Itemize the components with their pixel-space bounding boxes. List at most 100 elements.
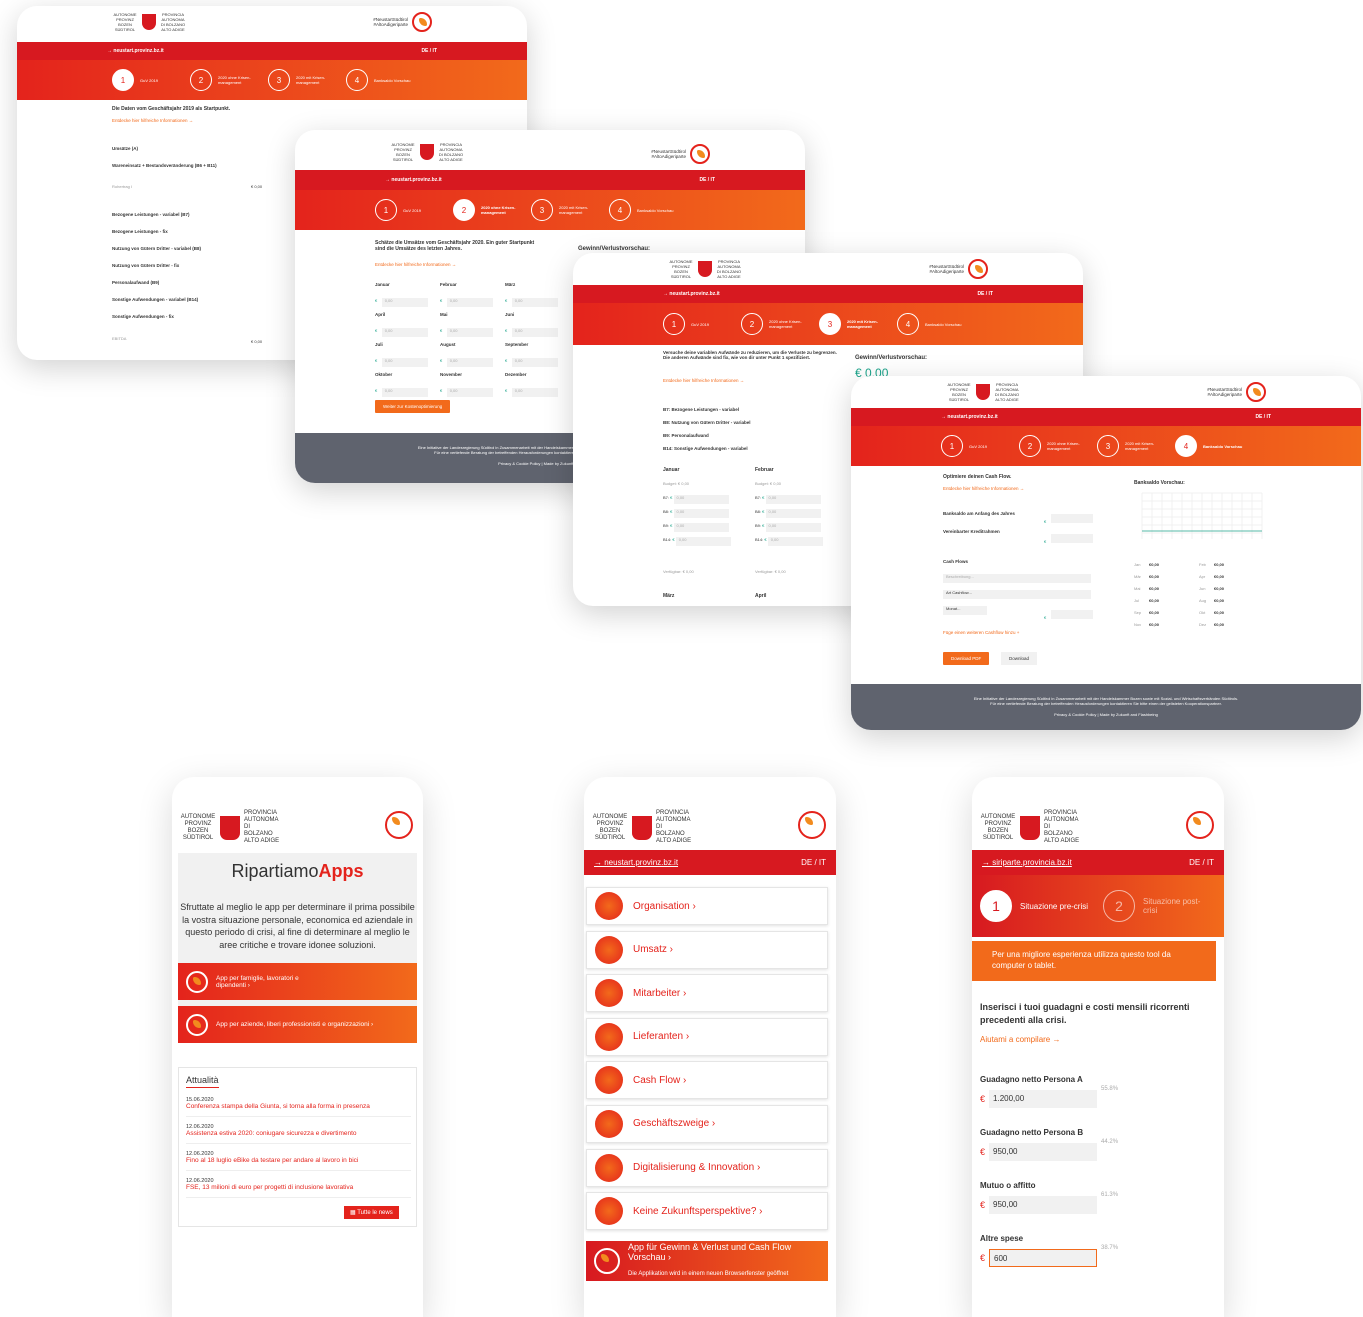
app-families-button[interactable]: App per famiglie, lavoratori e dipendent…: [178, 963, 417, 1000]
amount-field[interactable]: €: [1044, 606, 1093, 624]
available: Verfügbar: € 0,00: [663, 569, 694, 574]
cost-input-row[interactable]: B7: € 0,00 B7: € 0,00: [663, 495, 837, 504]
month-input-11[interactable]: Dezember € 0,00: [505, 372, 570, 397]
site-link[interactable]: → neustart.provinz.bz.it: [941, 414, 998, 420]
step-3[interactable]: 3 2020 mit Krisen-management: [531, 199, 601, 221]
month-select[interactable]: Monat...: [943, 606, 987, 615]
step-3[interactable]: 3 2020 mit Krisen-management: [1097, 435, 1167, 457]
topic-icon: [595, 1153, 623, 1182]
step-1[interactable]: 1: [980, 890, 1012, 922]
preview-title: Gewinn/Verlustvorschau:: [855, 355, 928, 361]
step-3[interactable]: 3 2020 mit Krisen-management: [819, 313, 889, 335]
news-item[interactable]: 12.06.2020 Fino al 18 luglio eBike da tes…: [186, 1149, 411, 1171]
income-field[interactable]: Guadagno netto Persona B €950,00 44.2%: [980, 1128, 1220, 1181]
month-input-3[interactable]: April € 0,00: [375, 312, 440, 337]
menu-item[interactable]: Mitarbeiter ›: [586, 974, 828, 1013]
help-link[interactable]: Aiutami a compilare →: [980, 1035, 1060, 1044]
news-item[interactable]: 12.06.2020 Assistenza estiva 2020: coniug…: [186, 1122, 411, 1144]
eagle-icon: [385, 811, 413, 839]
month-input-4[interactable]: Mai € 0,00: [440, 312, 505, 337]
month-input-5[interactable]: Juni € 0,00: [505, 312, 570, 337]
step-2[interactable]: 2 2020 ohne Krisen-management: [741, 313, 811, 335]
language-switch[interactable]: DE / IT: [977, 291, 993, 297]
month-input-9[interactable]: Oktober € 0,00: [375, 372, 440, 397]
info-link[interactable]: Entdecke hier hilfreiche Informationen →: [375, 262, 456, 267]
site-link[interactable]: → siriparte.provincia.bz.it: [982, 858, 1072, 867]
description-input[interactable]: Beschreibung...: [943, 574, 1091, 583]
cost-input-row[interactable]: B9: € 0,00 B9: € 0,00: [663, 523, 837, 532]
menu-item[interactable]: Umsatz ›: [586, 930, 828, 969]
add-cashflow-link[interactable]: Füge einen weiteren Cashflow hinzu +: [943, 630, 1019, 635]
euro-icon: [594, 1248, 620, 1274]
step-1[interactable]: 1 GuV 2019: [375, 199, 445, 221]
step-4[interactable]: 4 Banksaldo Vorschau: [609, 199, 679, 221]
topic-icon: [595, 1022, 623, 1051]
month-input-7[interactable]: August € 0,00: [440, 342, 505, 367]
download-pdf-button[interactable]: Download PDF: [943, 652, 990, 665]
topic-icon: [595, 935, 623, 964]
all-news-button[interactable]: ▦ Tutte le news: [344, 1206, 399, 1219]
info-link[interactable]: Entdecke hier hilfreiche Informationen →: [943, 486, 1024, 491]
cost-input-row[interactable]: B8: € 0,00 B8: € 0,00: [663, 509, 837, 518]
news-item[interactable]: 15.06.2020 Conferenza stampa della Giunta…: [186, 1095, 411, 1117]
eagle-icon: [798, 811, 826, 839]
step-4[interactable]: 4 Banksaldo Vorschau: [346, 69, 416, 91]
language-switch[interactable]: DE / IT: [1255, 414, 1271, 420]
step-4[interactable]: 4 Banksaldo Vorschau: [897, 313, 967, 335]
month-input-2[interactable]: März € 0,00: [505, 282, 570, 307]
step-1[interactable]: 1 GuV 2019: [112, 69, 182, 91]
info-link[interactable]: Entdecke hier hilfreiche Informationen →: [663, 378, 744, 383]
menu-item[interactable]: Digitalisierung & Innovation ›: [586, 1148, 828, 1187]
nav-bar: → neustart.provinz.bz.it DE / IT: [295, 170, 805, 190]
language-switch[interactable]: DE / IT: [421, 48, 437, 54]
income-field[interactable]: Altre spese €600 38.7%: [980, 1234, 1220, 1287]
download-button[interactable]: Download: [1001, 652, 1038, 665]
step-2[interactable]: 2 2020 ohne Krisen-management: [1019, 435, 1089, 457]
step-1[interactable]: 1 GuV 2019: [663, 313, 733, 335]
start-balance-label: Banksaldo am Anfang des Jahres: [943, 511, 1015, 516]
province-logo: AUTONOME PROVINZ BOZEN SÜDTIROL PROVINCIA…: [592, 810, 692, 844]
menu-item[interactable]: Lieferanten ›: [586, 1017, 828, 1056]
menu-item[interactable]: Organisation ›: [586, 887, 828, 925]
income-field[interactable]: Guadagno netto Persona A €1.200,00 55.8%: [980, 1075, 1220, 1128]
site-link[interactable]: → neustart.provinz.bz.it: [385, 177, 442, 183]
step-4[interactable]: 4 Banksaldo Vorschau: [1175, 435, 1245, 457]
month-input-1[interactable]: Februar € 0,00: [440, 282, 505, 307]
income-field[interactable]: Mutuo o affitto €950,00 61.3%: [980, 1181, 1220, 1234]
step-1[interactable]: 1 GuV 2019: [941, 435, 1011, 457]
site-link[interactable]: → neustart.provinz.bz.it: [107, 48, 164, 54]
crest-icon: [976, 384, 990, 400]
cashflow-type-select[interactable]: Art Cashflow...: [943, 590, 1091, 599]
month-input-8[interactable]: September € 0,00: [505, 342, 570, 367]
info-link[interactable]: Entdecke hier hilfreiche Informationen →: [112, 118, 193, 123]
step-3[interactable]: 3 2020 mit Krisen-management: [268, 69, 338, 91]
step-progress: 1 GuV 2019 2 2020 ohne Krisen-management 3…: [295, 190, 805, 230]
menu-item[interactable]: Keine Zukunftsperspektive? ›: [586, 1192, 828, 1231]
language-switch[interactable]: DE / IT: [1189, 858, 1214, 867]
eagle-icon: [690, 144, 710, 164]
step-2[interactable]: 2: [1103, 890, 1135, 922]
step-2[interactable]: 2 2020 ohne Krisen-management: [453, 199, 523, 221]
cost-input-row[interactable]: B14: € 0,00 B14: € 0,00: [663, 537, 837, 546]
step-2[interactable]: 2 2020 ohne Krisen-management: [190, 69, 260, 91]
month-input-10[interactable]: November € 0,00: [440, 372, 505, 397]
menu-item[interactable]: Cash Flow ›: [586, 1061, 828, 1100]
month-januar: Januar: [663, 467, 680, 473]
next-button[interactable]: Weiter zur Kostenoptimierung: [375, 400, 451, 413]
balance-chart: [1141, 492, 1263, 539]
language-switch[interactable]: DE / IT: [801, 858, 826, 867]
menu-item[interactable]: Geschäftszweige ›: [586, 1104, 828, 1143]
start-balance-field[interactable]: €: [1044, 510, 1093, 528]
guv-list: Umsätze (A) Wareneinsatz + Bestandsverän…: [112, 146, 217, 341]
preview-title: Gewinn/Verlustvorschau:: [578, 246, 651, 252]
month-input-0[interactable]: Januar € 0,00: [375, 282, 440, 307]
news-item[interactable]: 12.06.2020 FSE, 13 milioni di euro per pr…: [186, 1176, 411, 1198]
gv-cashflow-app-button[interactable]: App für Gewinn & Verlust und Cash Flow V…: [586, 1241, 828, 1281]
credit-line-field[interactable]: €: [1044, 530, 1093, 548]
app-business-button[interactable]: App per aziende, liberi professionisti e…: [178, 1006, 417, 1043]
site-link[interactable]: → neustart.provinz.bz.it: [594, 858, 678, 867]
language-switch[interactable]: DE / IT: [699, 177, 715, 183]
site-link[interactable]: → neustart.provinz.bz.it: [663, 291, 720, 297]
month-maerz: März: [663, 593, 675, 599]
month-input-6[interactable]: Juli € 0,00: [375, 342, 440, 367]
